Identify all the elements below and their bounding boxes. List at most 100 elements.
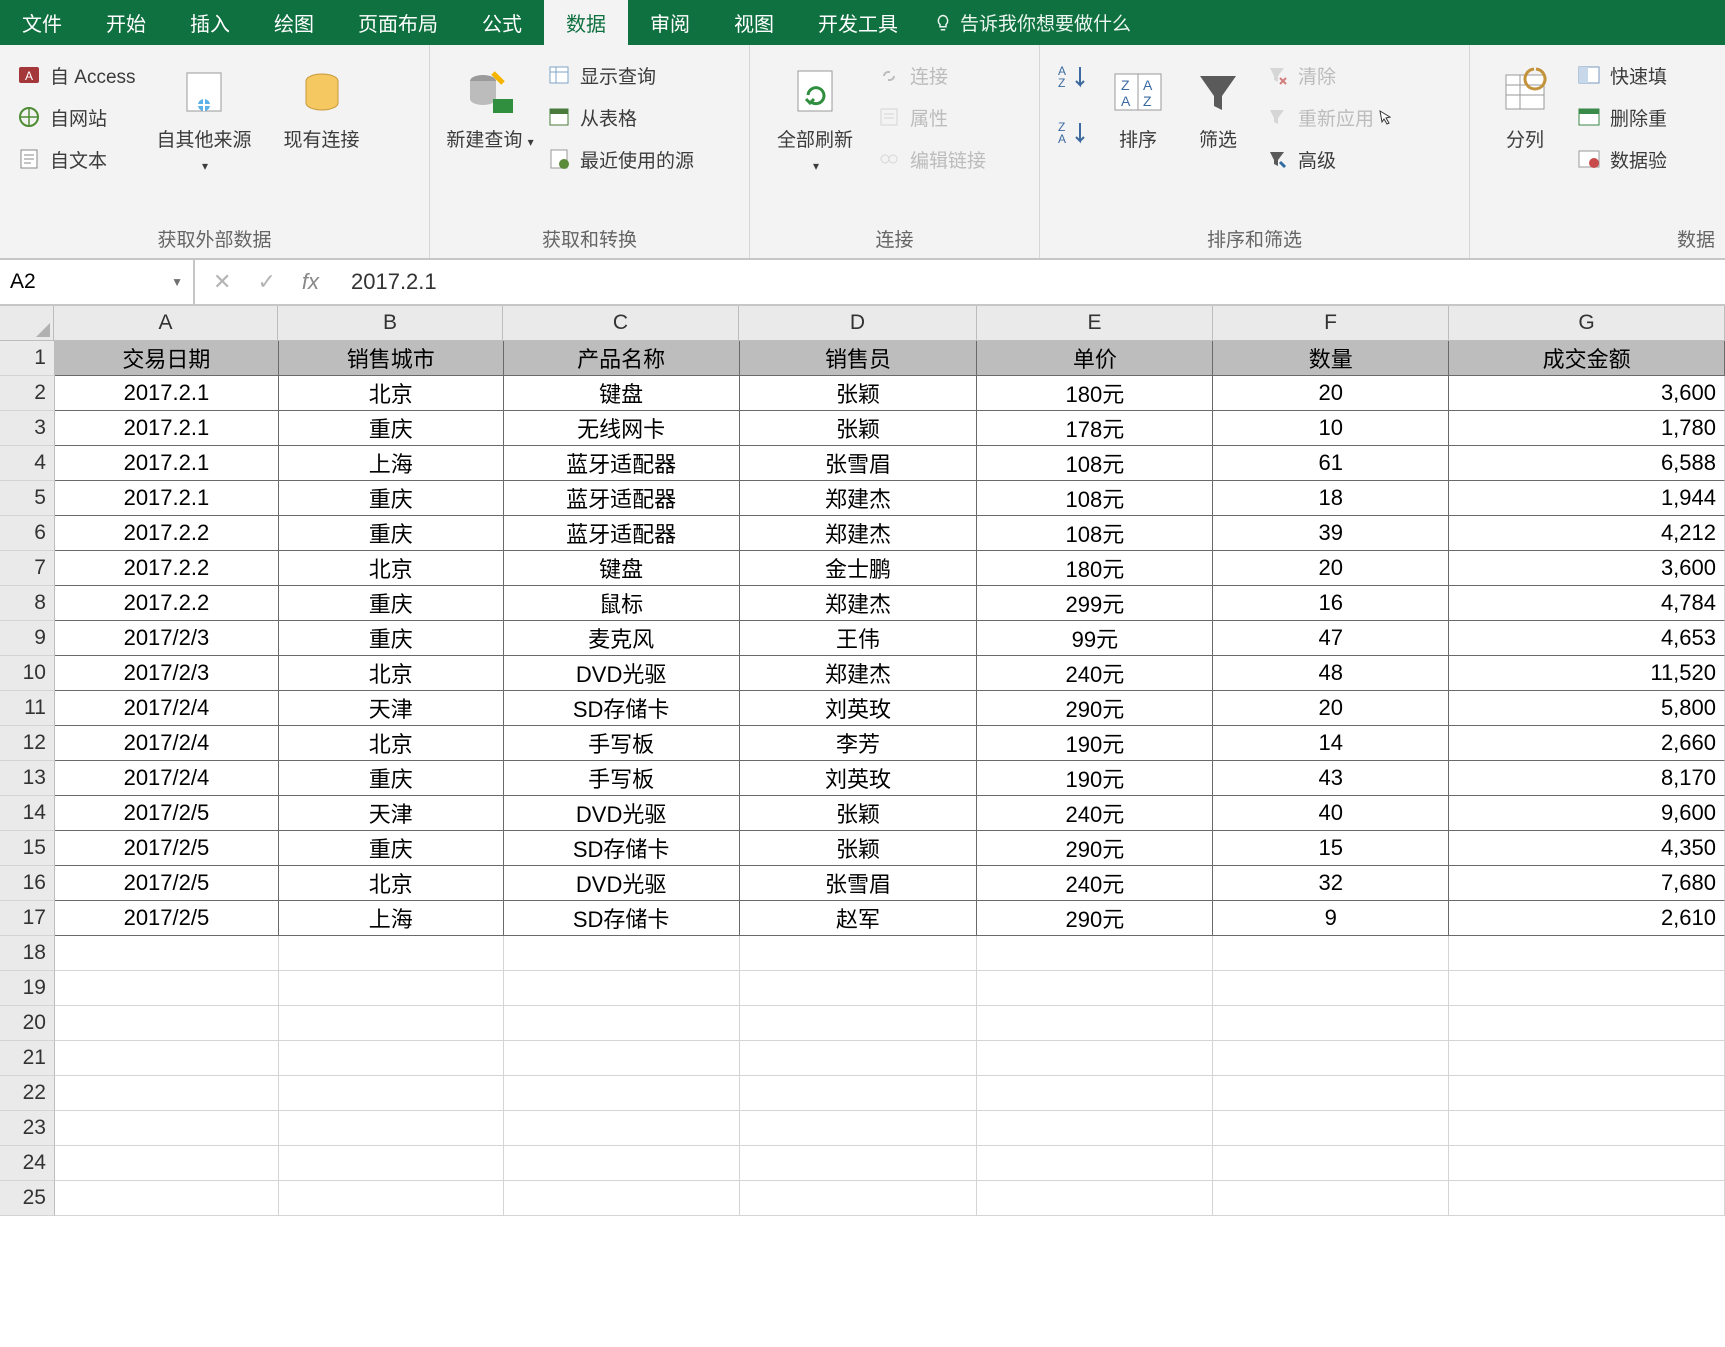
cell[interactable]: 李芳 bbox=[740, 726, 978, 761]
cell[interactable]: 20 bbox=[1213, 376, 1449, 411]
cell[interactable]: 11,520 bbox=[1449, 656, 1725, 691]
cell[interactable]: 2017.2.2 bbox=[55, 586, 279, 621]
cell[interactable]: 单价 bbox=[977, 341, 1213, 376]
cell[interactable]: 麦克风 bbox=[504, 621, 740, 656]
tab-file[interactable]: 文件 bbox=[0, 0, 84, 45]
cell[interactable]: 销售员 bbox=[740, 341, 978, 376]
cell[interactable]: 20 bbox=[1213, 691, 1449, 726]
cell[interactable]: 2017/2/3 bbox=[55, 656, 279, 691]
cell[interactable]: 108元 bbox=[977, 516, 1213, 551]
cell[interactable]: 重庆 bbox=[279, 761, 504, 796]
row-header[interactable]: 15 bbox=[0, 831, 55, 866]
tab-draw[interactable]: 绘图 bbox=[252, 0, 336, 45]
cell[interactable] bbox=[1449, 971, 1725, 1006]
cell[interactable] bbox=[1213, 1181, 1449, 1216]
cell[interactable]: 北京 bbox=[279, 726, 504, 761]
filter-button[interactable]: 筛选 bbox=[1178, 53, 1258, 153]
cell[interactable]: 2017.2.1 bbox=[55, 481, 279, 516]
row-header[interactable]: 20 bbox=[0, 1006, 55, 1041]
cell[interactable] bbox=[977, 1111, 1213, 1146]
cell[interactable]: 7,680 bbox=[1449, 866, 1725, 901]
cell[interactable]: 鼠标 bbox=[504, 586, 740, 621]
cell[interactable] bbox=[55, 1146, 279, 1181]
row-header[interactable]: 3 bbox=[0, 411, 55, 446]
fx-icon[interactable]: fx bbox=[302, 269, 319, 295]
row-header[interactable]: 18 bbox=[0, 936, 55, 971]
column-header[interactable]: E bbox=[977, 306, 1213, 341]
cell[interactable] bbox=[504, 1006, 740, 1041]
cell[interactable] bbox=[977, 1006, 1213, 1041]
cell[interactable]: 王伟 bbox=[740, 621, 978, 656]
cell[interactable]: 15 bbox=[1213, 831, 1449, 866]
cell[interactable]: 重庆 bbox=[279, 831, 504, 866]
cell[interactable] bbox=[740, 1076, 978, 1111]
from-access-button[interactable]: A 自 Access bbox=[10, 57, 142, 93]
cell[interactable]: 蓝牙适配器 bbox=[504, 516, 740, 551]
remove-duplicates-button[interactable]: 删除重 bbox=[1570, 99, 1673, 135]
tab-review[interactable]: 审阅 bbox=[628, 0, 712, 45]
cell[interactable] bbox=[279, 936, 504, 971]
cell[interactable] bbox=[55, 1041, 279, 1076]
cell[interactable]: 10 bbox=[1213, 411, 1449, 446]
cell[interactable]: 1,944 bbox=[1449, 481, 1725, 516]
cell[interactable]: 天津 bbox=[279, 796, 504, 831]
column-header[interactable]: G bbox=[1449, 306, 1725, 341]
cell[interactable] bbox=[55, 1181, 279, 1216]
cell[interactable] bbox=[1213, 1111, 1449, 1146]
cell[interactable] bbox=[1213, 1146, 1449, 1181]
cell[interactable]: 重庆 bbox=[279, 411, 504, 446]
cell[interactable]: 6,588 bbox=[1449, 446, 1725, 481]
cell[interactable] bbox=[1449, 1041, 1725, 1076]
cell[interactable]: 赵军 bbox=[740, 901, 978, 936]
cell[interactable] bbox=[1449, 1111, 1725, 1146]
cell[interactable]: 18 bbox=[1213, 481, 1449, 516]
cell[interactable] bbox=[1449, 936, 1725, 971]
cell[interactable]: DVD光驱 bbox=[504, 656, 740, 691]
cell[interactable] bbox=[977, 1146, 1213, 1181]
cell[interactable]: 178元 bbox=[977, 411, 1213, 446]
cell[interactable]: 2017.2.2 bbox=[55, 516, 279, 551]
cell[interactable]: 40 bbox=[1213, 796, 1449, 831]
cell[interactable]: 43 bbox=[1213, 761, 1449, 796]
cell[interactable]: 金士鹏 bbox=[740, 551, 978, 586]
cell[interactable] bbox=[1213, 1006, 1449, 1041]
select-all-corner[interactable] bbox=[0, 306, 54, 341]
tab-view[interactable]: 视图 bbox=[712, 0, 796, 45]
cell[interactable]: 重庆 bbox=[279, 481, 504, 516]
cell[interactable]: 2017.2.1 bbox=[55, 446, 279, 481]
cell[interactable]: 重庆 bbox=[279, 586, 504, 621]
existing-connections-button[interactable]: 现有连接 bbox=[267, 53, 377, 153]
cancel-formula-icon[interactable]: ✕ bbox=[213, 269, 231, 295]
cell[interactable]: 299元 bbox=[977, 586, 1213, 621]
tab-insert[interactable]: 插入 bbox=[168, 0, 252, 45]
row-header[interactable]: 1 bbox=[0, 341, 55, 376]
cell[interactable]: 北京 bbox=[279, 551, 504, 586]
cell[interactable]: 郑建杰 bbox=[740, 481, 978, 516]
cell[interactable]: 2017.2.2 bbox=[55, 551, 279, 586]
cell[interactable] bbox=[977, 971, 1213, 1006]
cell[interactable]: SD存储卡 bbox=[504, 691, 740, 726]
cell[interactable] bbox=[977, 936, 1213, 971]
cell[interactable]: 8,170 bbox=[1449, 761, 1725, 796]
row-header[interactable]: 24 bbox=[0, 1146, 55, 1181]
cell[interactable]: 2017/2/5 bbox=[55, 866, 279, 901]
cell[interactable] bbox=[55, 971, 279, 1006]
cell[interactable]: 无线网卡 bbox=[504, 411, 740, 446]
cell[interactable]: 张颖 bbox=[740, 376, 978, 411]
cell[interactable] bbox=[279, 1146, 504, 1181]
cell[interactable]: 刘英玫 bbox=[740, 761, 978, 796]
data-validation-button[interactable]: 数据验 bbox=[1570, 141, 1673, 177]
cell[interactable]: 2017.2.1 bbox=[55, 376, 279, 411]
cell[interactable]: 20 bbox=[1213, 551, 1449, 586]
sort-desc-icon[interactable]: ZA bbox=[1056, 119, 1092, 147]
cell[interactable] bbox=[504, 1041, 740, 1076]
row-header[interactable]: 14 bbox=[0, 796, 55, 831]
cell[interactable]: 190元 bbox=[977, 726, 1213, 761]
cell[interactable]: 108元 bbox=[977, 446, 1213, 481]
cell[interactable]: 2017/2/5 bbox=[55, 831, 279, 866]
cell[interactable] bbox=[504, 1076, 740, 1111]
cell[interactable]: 3,600 bbox=[1449, 551, 1725, 586]
cell[interactable] bbox=[977, 1041, 1213, 1076]
row-header[interactable]: 4 bbox=[0, 446, 55, 481]
cell[interactable] bbox=[504, 971, 740, 1006]
